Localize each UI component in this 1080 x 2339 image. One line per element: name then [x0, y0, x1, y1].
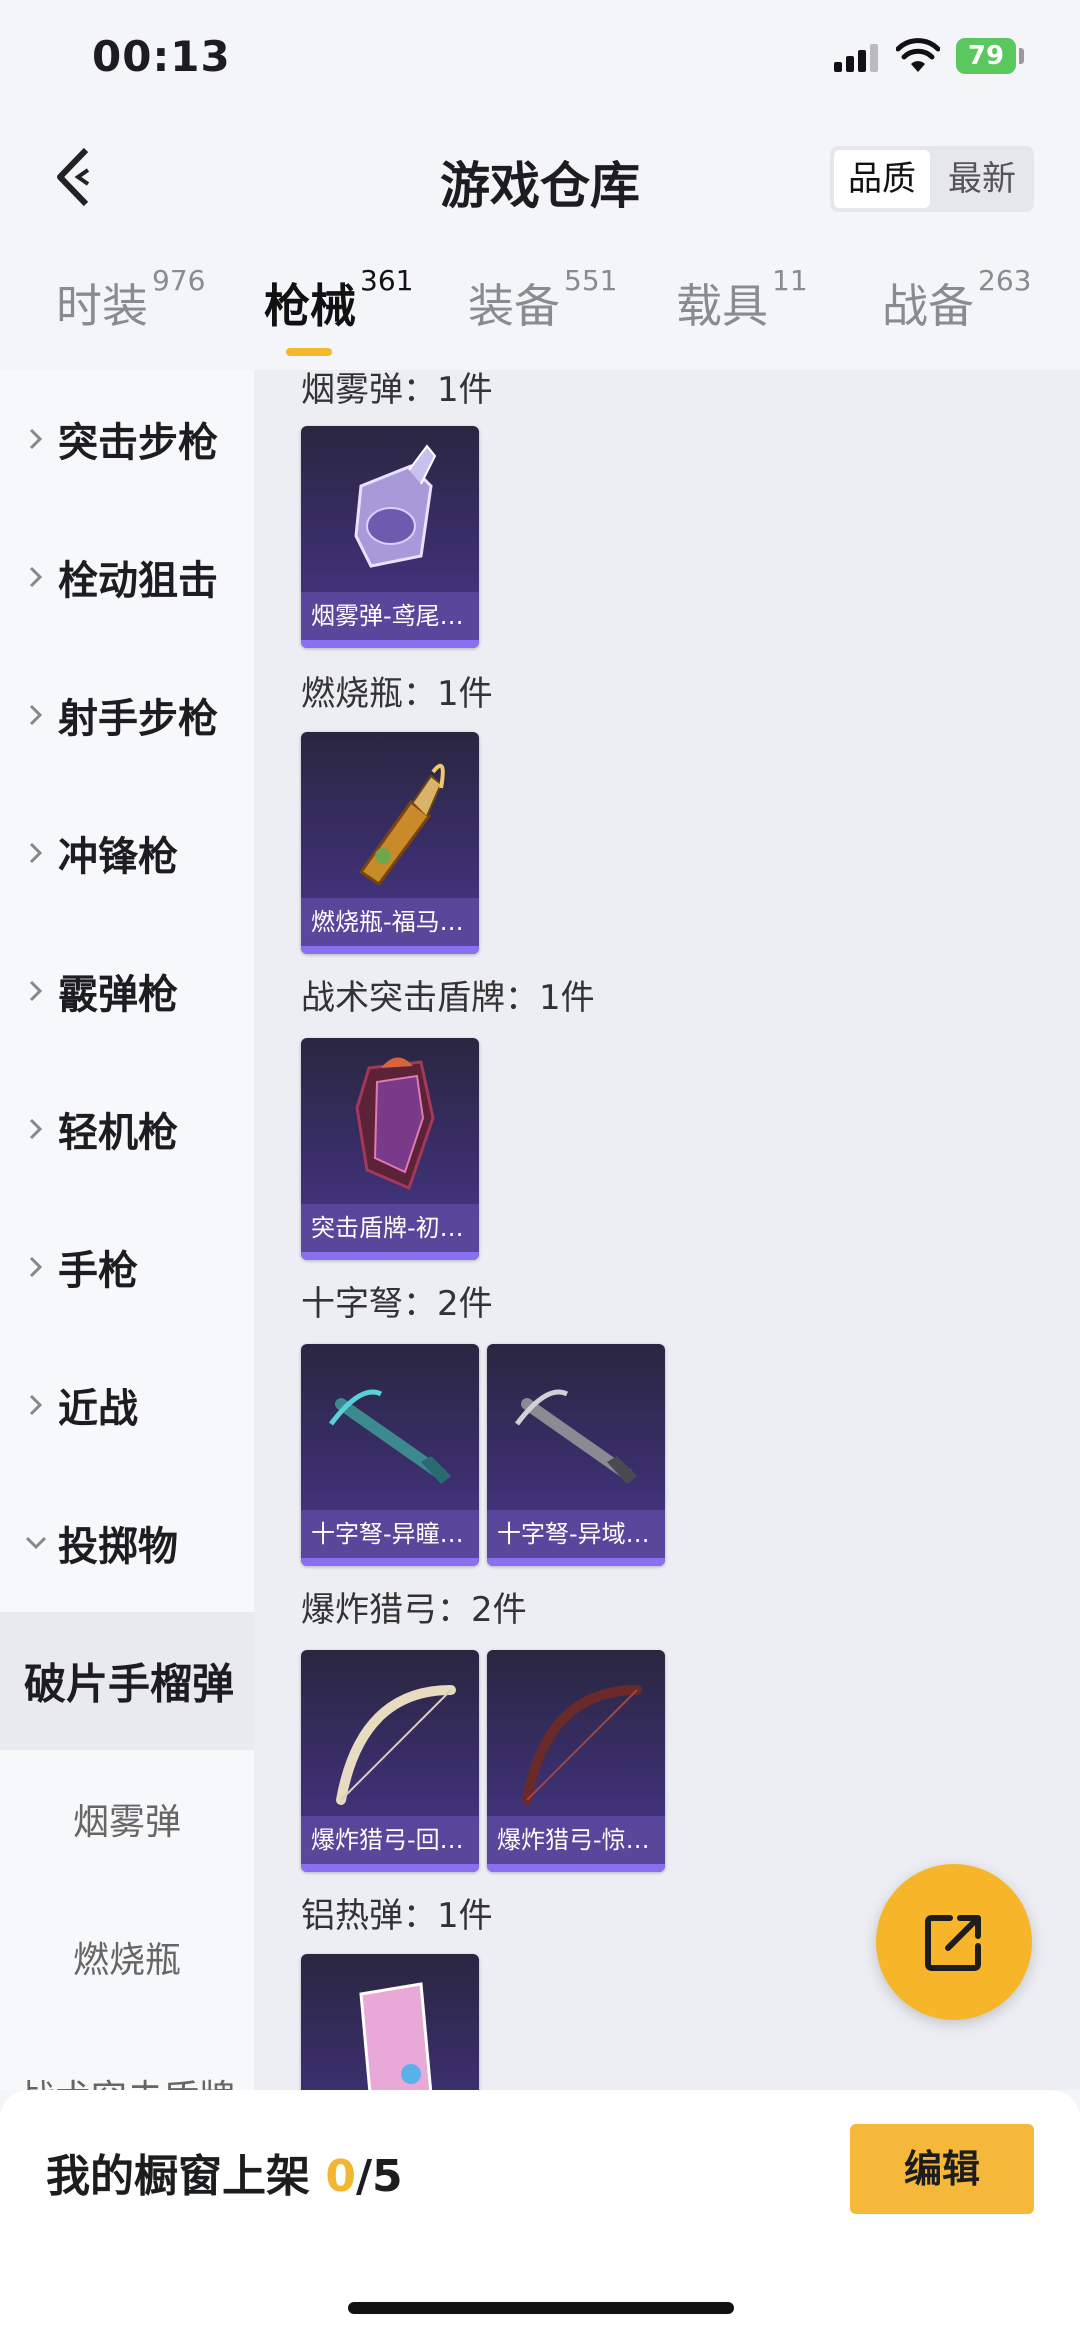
chevron-right-icon — [29, 1394, 43, 1416]
sidebar-item-label: 冲锋枪 — [58, 834, 178, 880]
sort-quality-button[interactable]: 品质 — [834, 150, 930, 208]
sidebar-item-shotgun[interactable]: 霰弹枪 — [0, 922, 254, 1060]
sidebar-item-label: 破片手榴弹 — [24, 1659, 235, 1709]
item-card[interactable] — [301, 1954, 479, 2090]
crossbow-art — [329, 1389, 451, 1484]
item-card-label: 十字弩-异域… — [487, 1510, 665, 1558]
edit-button[interactable]: 编辑 — [850, 2124, 1034, 2214]
item-card-label: 爆炸猎弓-回… — [301, 1816, 479, 1864]
shelf-total: /5 — [355, 2151, 403, 2202]
sidebar-item-label: 栓动狙击 — [58, 558, 218, 604]
tab-vehicles[interactable]: 载具 11 — [676, 264, 808, 336]
sidebar-item-marksman-rifle[interactable]: 射手步枪 — [0, 646, 254, 784]
sidebar-item-label: 燃烧瓶 — [72, 1940, 181, 1981]
chevron-right-icon — [29, 842, 43, 864]
item-card[interactable]: 十字弩-异域… — [487, 1344, 665, 1566]
thermite-art — [359, 1982, 433, 2090]
group-title: 烟雾弹：1件 — [301, 370, 493, 410]
chevron-right-icon — [29, 1256, 43, 1278]
sidebar-item-label: 战术突击盾牌 — [0, 2069, 254, 2090]
sidebar-item-melee[interactable]: 近战 — [0, 1336, 254, 1474]
item-card[interactable]: 突击盾牌-初… — [301, 1038, 479, 1260]
rarity-stripe — [301, 946, 479, 954]
sidebar-item-bolt-sniper[interactable]: 栓动狙击 — [0, 508, 254, 646]
share-external-icon — [925, 1915, 981, 1971]
sidebar-item-label: 近战 — [58, 1386, 138, 1432]
chevron-down-icon — [25, 1536, 47, 1550]
item-card[interactable]: 爆炸猎弓-惊… — [487, 1650, 665, 1872]
chevron-right-icon — [29, 428, 43, 450]
rarity-stripe — [487, 1864, 665, 1872]
sidebar-item-assault-rifle[interactable]: 突击步枪 — [0, 370, 254, 508]
status-time: 00:13 — [92, 32, 231, 81]
sidebar-item-label: 霰弹枪 — [58, 972, 178, 1018]
sidebar-subitem-molotov[interactable]: 燃烧瓶 — [0, 1888, 254, 2026]
item-card[interactable]: 燃烧瓶-福马… — [301, 732, 479, 954]
group-title: 燃烧瓶：1件 — [301, 674, 493, 714]
sort-latest-button[interactable]: 最新 — [934, 150, 1030, 208]
rarity-stripe — [301, 1558, 479, 1566]
shelf-label: 我的橱窗上架 — [46, 2151, 310, 2202]
item-card-label: 烟雾弹-鸢尾… — [301, 592, 479, 640]
sidebar-subitem-shield[interactable]: 战术突击盾牌 — [0, 2026, 254, 2090]
rarity-stripe — [487, 1558, 665, 1566]
chevron-right-icon — [29, 566, 43, 588]
group-title: 爆炸猎弓：2件 — [301, 1590, 527, 1630]
item-card-label: 爆炸猎弓-惊… — [487, 1816, 665, 1864]
group-title: 铝热弹：1件 — [301, 1896, 493, 1936]
tab-supplies[interactable]: 战备 263 — [882, 264, 1031, 336]
sidebar-subitem-smoke[interactable]: 烟雾弹 — [0, 1750, 254, 1888]
wifi-icon — [896, 38, 940, 72]
smoke-grenade-art — [354, 444, 437, 568]
tab-fashion[interactable]: 时装 976 — [56, 264, 205, 336]
molotov-art — [358, 763, 445, 887]
sidebar-item-label: 突击步枪 — [58, 420, 218, 466]
shelf-status: 我的橱窗上架 0/5 — [46, 2140, 403, 2204]
sidebar-item-lmg[interactable]: 轻机枪 — [0, 1060, 254, 1198]
sidebar: 突击步枪 栓动狙击 射手步枪 冲锋枪 霰弹枪 轻机枪 手枪 近战 投掷物 破片手… — [0, 370, 254, 2090]
rarity-stripe — [301, 640, 479, 648]
battery-icon: 79 — [956, 38, 1016, 74]
chevron-right-icon — [29, 1118, 43, 1140]
battery-tip — [1019, 48, 1024, 64]
tab-guns[interactable]: 枪械 361 — [264, 264, 413, 336]
explosive-bow-art — [522, 1685, 642, 1805]
group-title: 十字弩：2件 — [301, 1284, 493, 1324]
sidebar-item-label: 投掷物 — [58, 1524, 178, 1570]
sidebar-item-throwables[interactable]: 投掷物 — [0, 1474, 254, 1612]
sidebar-item-label: 烟雾弹 — [72, 1802, 181, 1843]
chevron-right-icon — [29, 980, 43, 1002]
tab-equipment[interactable]: 装备 551 — [468, 264, 617, 336]
item-grid: 烟雾弹：1件 烟雾弹-鸢尾… 燃烧瓶：1件 燃烧瓶-福马… 战术突击盾牌：1件 … — [254, 370, 1080, 2090]
item-card-label: 突击盾牌-初… — [301, 1204, 479, 1252]
item-card[interactable]: 爆炸猎弓-回… — [301, 1650, 479, 1872]
rarity-stripe — [301, 1252, 479, 1260]
assault-shield-art — [355, 1057, 435, 1191]
share-button[interactable] — [876, 1864, 1032, 2020]
sidebar-item-label: 手枪 — [58, 1248, 138, 1294]
sidebar-item-label: 射手步枪 — [58, 696, 218, 742]
shelf-count: 0 — [325, 2151, 356, 2202]
sort-toggle: 品质 最新 — [830, 146, 1034, 212]
item-card[interactable]: 烟雾弹-鸢尾… — [301, 426, 479, 648]
item-card-label: 十字弩-异瞳… — [301, 1510, 479, 1558]
sidebar-item-pistol[interactable]: 手枪 — [0, 1198, 254, 1336]
sidebar-item-label: 轻机枪 — [58, 1110, 178, 1156]
crossbow-art — [515, 1389, 637, 1484]
explosive-bow-art — [336, 1685, 456, 1805]
active-tab-indicator — [286, 348, 332, 356]
sidebar-item-frag-grenade[interactable]: 破片手榴弹 — [0, 1612, 254, 1750]
home-indicator — [348, 2302, 734, 2314]
group-title: 战术突击盾牌：1件 — [301, 978, 595, 1018]
sidebar-item-smg[interactable]: 冲锋枪 — [0, 784, 254, 922]
item-card-label: 燃烧瓶-福马… — [301, 898, 479, 946]
item-card[interactable]: 十字弩-异瞳… — [301, 1344, 479, 1566]
chevron-right-icon — [29, 704, 43, 726]
signal-icon — [834, 44, 880, 72]
rarity-stripe — [301, 1864, 479, 1872]
